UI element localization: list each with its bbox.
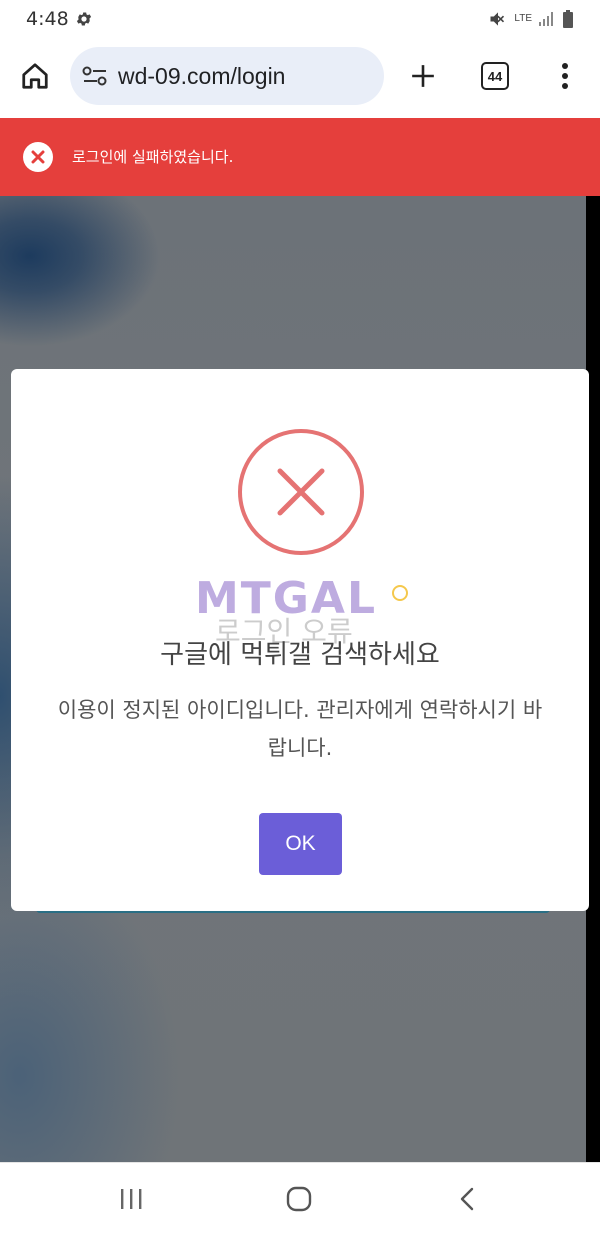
alert-modal: MTGAL 로그인 오류 구글에 먹튀갤 검색하세요 이용이 정지된 아이디입니… [11, 369, 589, 911]
navigation-bar [0, 1162, 600, 1234]
signal-icon [539, 12, 553, 26]
browser-toolbar: wd-09.com/login 44 [0, 38, 600, 118]
menu-icon [562, 63, 568, 89]
new-tab-button[interactable] [399, 52, 447, 100]
new-tab-icon [412, 65, 434, 87]
url-bar[interactable]: wd-09.com/login [70, 47, 384, 105]
back-icon [460, 1187, 474, 1211]
mute-icon [490, 12, 505, 26]
recents-button[interactable] [111, 1183, 151, 1215]
error-circle-icon [238, 429, 364, 555]
modal-title: 구글에 먹튀갤 검색하세요 [160, 640, 440, 670]
url-text[interactable]: wd-09.com/login [118, 63, 285, 90]
back-button[interactable] [447, 1183, 487, 1215]
home-button[interactable] [11, 52, 59, 100]
battery-icon [563, 10, 573, 28]
gear-icon [76, 12, 91, 26]
status-bar: 4:48 LTE [0, 0, 600, 38]
home-icon [22, 63, 48, 89]
recents-icon [121, 1189, 142, 1209]
status-time: 4:48 [26, 8, 69, 30]
error-banner-message: 로그인에 실패하였습니다. [72, 148, 234, 166]
error-x-icon [23, 142, 53, 172]
home-nav-button[interactable] [279, 1183, 319, 1215]
modal-message: 이용이 정지된 아이디입니다. 관리자에게 연락하시기 바랍니다. [57, 698, 543, 760]
network-label: LTE [514, 13, 532, 24]
tabs-icon: 44 [481, 62, 509, 90]
ok-button[interactable]: OK [259, 813, 342, 875]
tabs-button[interactable]: 44 [471, 52, 519, 100]
error-banner: 로그인에 실패하였습니다. [0, 118, 600, 196]
home-nav-icon [286, 1186, 312, 1212]
menu-button[interactable] [541, 52, 589, 100]
site-settings-icon[interactable] [82, 65, 108, 87]
